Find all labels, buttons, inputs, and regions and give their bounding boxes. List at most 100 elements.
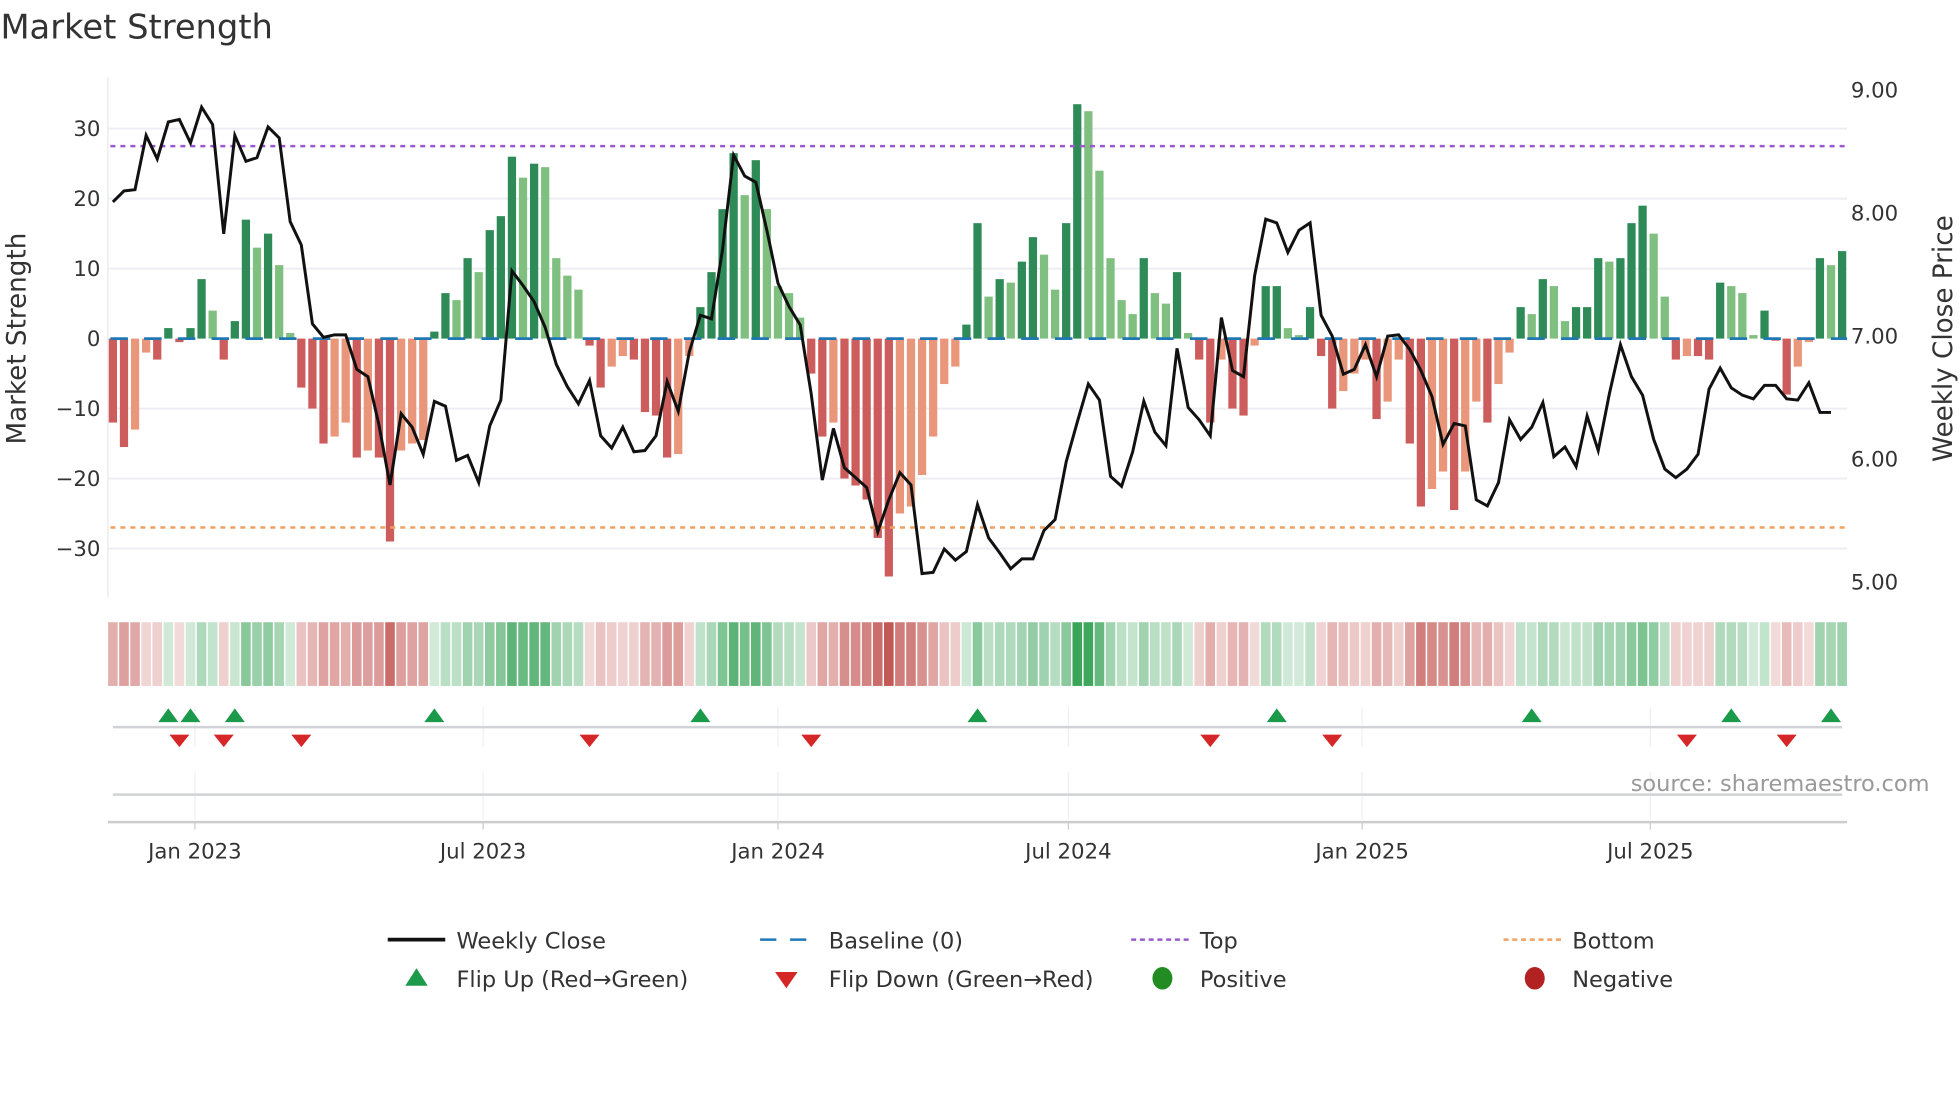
heatmap-cell (1715, 622, 1725, 686)
heatmap-cell (1216, 622, 1227, 686)
legend-item: Flip Down (Green→Red) (775, 967, 1094, 993)
heatmap-cell (895, 622, 905, 686)
heatmap-cell (1172, 622, 1182, 686)
heatmap-cell (318, 622, 329, 686)
strength-bar (1649, 233, 1658, 339)
heatmap-cell (1582, 622, 1592, 686)
heatmap-cell (218, 622, 229, 686)
flip-down-marker-icon (801, 734, 822, 748)
heatmap-cell (1039, 622, 1049, 686)
legend-item: Weekly Close (387, 928, 606, 954)
strength-bar (1527, 314, 1536, 339)
strength-bar (1627, 223, 1636, 339)
heatmap-cell (374, 622, 384, 686)
y-tick-label: 20 (73, 187, 100, 212)
strength-bar (640, 338, 650, 413)
legend-circle-icon (1524, 967, 1545, 990)
heatmap-cell (440, 622, 451, 686)
strength-bar (297, 338, 306, 388)
strength-bar (1394, 338, 1403, 360)
heatmap-cell (1416, 622, 1426, 686)
strength-bar (1117, 300, 1126, 339)
flip-down-marker-icon (1676, 734, 1697, 748)
heatmap-cell (1327, 622, 1338, 686)
right-y-tick-label: 9.00 (1851, 78, 1898, 103)
heatmap-cell (595, 622, 606, 686)
strength-bar (275, 265, 284, 339)
heatmap-cell (429, 622, 440, 686)
strength-bar (1172, 272, 1182, 339)
strength-bar (1682, 338, 1692, 357)
heatmap-cell (263, 622, 273, 686)
heatmap-cell (1116, 622, 1127, 686)
legend-label: Bottom (1572, 928, 1654, 954)
strength-bar (1128, 314, 1137, 339)
strength-bar (1438, 338, 1448, 472)
heatmap-cell (252, 622, 262, 686)
strength-bar (1139, 258, 1148, 339)
heatmap-cell (1138, 622, 1149, 686)
strength-bar (341, 338, 350, 423)
legend-label: Top (1199, 928, 1238, 954)
heatmap-cell (928, 622, 938, 686)
strength-bar (995, 279, 1004, 339)
heatmap-cell (906, 622, 916, 686)
strength-bar (330, 338, 339, 437)
heatmap-cell (751, 622, 761, 686)
x-tick-label: Jan 2023 (146, 839, 242, 864)
flip-up-marker-icon (1266, 708, 1287, 723)
heatmap-cell (1371, 622, 1382, 686)
legend: Weekly Close Baseline (0) Top Bottom Flip Up… (387, 928, 1673, 993)
strength-bar (518, 177, 528, 339)
heatmap-cell (274, 622, 284, 686)
heatmap-cell (695, 622, 706, 686)
heatmap-cell (418, 622, 429, 686)
right-y-tick-label: 8.00 (1851, 202, 1898, 227)
heatmap-cell (662, 622, 672, 686)
heatmap-cell (1615, 622, 1626, 686)
strength-bar (1472, 338, 1481, 402)
right-y-axis-label: Weekly Close Price (1929, 215, 1959, 462)
strength-bar (1006, 282, 1015, 339)
flip-down-marker-icon (169, 734, 190, 748)
heatmap-cell (739, 622, 750, 686)
strength-bar (241, 219, 251, 339)
heatmap-cell (573, 622, 584, 686)
strength-bar (252, 247, 262, 339)
heatmap-cell (950, 622, 961, 686)
strength-bar (618, 338, 627, 357)
strength-bar (1317, 338, 1326, 357)
x-tick-label: Jul 2023 (438, 839, 526, 864)
legend-item: Positive (1152, 967, 1287, 993)
heatmap-cell (983, 622, 994, 686)
heatmap-cell (529, 622, 539, 686)
legend-item: Bottom (1503, 928, 1655, 954)
strength-bar (1150, 293, 1159, 339)
strength-bar (1195, 338, 1204, 360)
legend-circle-icon (1152, 967, 1173, 990)
heatmap-cell (1781, 622, 1792, 686)
heatmap-cell (1393, 622, 1404, 686)
strength-bar (596, 338, 605, 388)
x-tick-label: Jan 2024 (729, 839, 825, 864)
strength-bar (1483, 338, 1492, 423)
chart-title: Market Strength (0, 8, 272, 47)
strength-bar (773, 286, 783, 339)
heatmap-cell (1549, 622, 1559, 686)
heatmap-cell (1560, 622, 1570, 686)
strength-bar (1028, 237, 1038, 339)
x-axis: Jan 2023 Jul 2023 Jan 2024 Jul 2024 Jan 2025… (107, 820, 1848, 864)
heatmap-cell (1161, 622, 1171, 686)
strength-bar (1516, 307, 1525, 339)
strength-bar (1560, 321, 1570, 339)
heatmap-cell (1693, 622, 1703, 686)
heatmap-cell (507, 622, 517, 686)
heatmap-cell (1804, 622, 1814, 686)
heatmap-cell (961, 622, 972, 686)
heatmap-cell (329, 622, 340, 686)
heatmap-cell (1050, 622, 1060, 686)
strength-bar (574, 289, 583, 339)
heatmap-cell (584, 622, 595, 686)
heatmap-cell (1815, 622, 1825, 686)
strength-bar (984, 296, 993, 339)
